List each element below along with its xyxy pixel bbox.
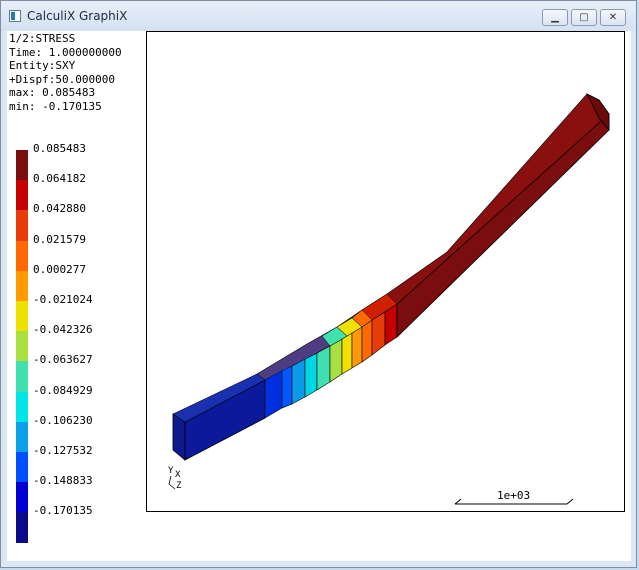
legend-label: 0.085483 [33, 142, 86, 155]
axis-y-label: Y [168, 466, 174, 476]
legend-swatch [16, 452, 28, 483]
legend-swatch [16, 240, 28, 271]
axis-triad: Y X Z [168, 466, 182, 491]
axis-x-label: X [175, 470, 181, 480]
legend-swatch [16, 210, 28, 241]
beam-mesh [172, 93, 610, 461]
legend-swatch [16, 361, 28, 392]
info-dispf: +Dispf:50.000000 [9, 72, 115, 86]
close-icon: ✕ [608, 12, 618, 23]
info-dataset: 1/2:STRESS [9, 32, 76, 45]
info-min: min: -0.170135 [9, 99, 102, 113]
model-view: Y X Z 1e+03 [168, 93, 610, 505]
legend-label: 0.021579 [33, 232, 86, 246]
minimize-icon: ▁ [551, 12, 559, 23]
maximize-icon: ▢ [579, 12, 589, 23]
model-viewport[interactable]: Y X Z 1e+03 [146, 31, 625, 512]
app-window: CalculiX GraphiX ▁ ▢ ✕ 1/2:STRESS Time: 1… [0, 0, 637, 568]
window-title: CalculiX GraphiX [27, 9, 128, 23]
legend-swatch [16, 301, 28, 332]
maximize-button[interactable]: ▢ [571, 9, 597, 26]
scale-bar: 1e+03 [454, 489, 574, 505]
legend-swatch [16, 482, 28, 513]
graphics-area[interactable]: 1/2:STRESS Time: 1.000000000 Entity:SXY +Di… [7, 31, 631, 561]
legend-label: -0.148833 [33, 474, 93, 488]
legend-label: 0.064182 [33, 172, 86, 186]
legend-swatch [16, 270, 28, 301]
legend-swatch [16, 150, 28, 181]
legend-label: 0.042880 [33, 202, 86, 216]
info-max: max: 0.085483 [9, 86, 96, 99]
legend-label: -0.084929 [33, 383, 93, 397]
legend-label: -0.021024 [33, 293, 93, 306]
legend-label: -0.127532 [33, 444, 93, 457]
legend-swatch [16, 331, 28, 362]
legend-label: 0.000277 [33, 262, 86, 276]
app-icon [9, 10, 21, 22]
legend-swatch [16, 180, 28, 211]
scale-bar-label: 1e+03 [497, 489, 530, 502]
legend-label: -0.170135 [33, 504, 93, 518]
legend-swatch [16, 391, 28, 422]
legend-label: -0.042326 [33, 323, 93, 337]
legend-label: -0.063627 [33, 353, 93, 367]
title-bar[interactable]: CalculiX GraphiX ▁ ▢ ✕ [1, 1, 636, 31]
close-button[interactable]: ✕ [600, 9, 626, 26]
axis-z-label: Z [176, 481, 182, 491]
legend-label: -0.106230 [33, 413, 93, 427]
legend-swatch [16, 512, 28, 543]
legend-swatch [16, 421, 28, 452]
minimize-button[interactable]: ▁ [542, 9, 568, 26]
info-time: Time: 1.000000000 [9, 45, 122, 59]
result-info: 1/2:STRESS Time: 1.000000000 Entity:SXY +Di… [9, 32, 122, 113]
info-entity: Entity:SXY [9, 59, 76, 72]
